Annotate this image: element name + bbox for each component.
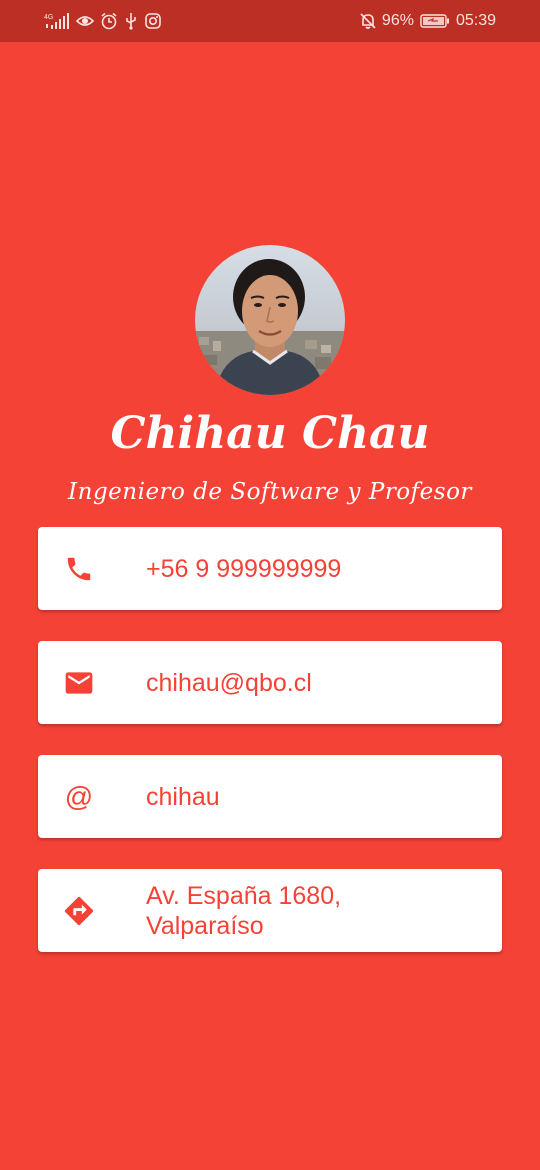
status-right-icons: 96% 05:39 bbox=[360, 10, 496, 32]
signal-icon: 4G bbox=[44, 12, 70, 30]
clock-time: 05:39 bbox=[455, 12, 496, 29]
alarm-icon bbox=[100, 12, 118, 30]
address: Av. España 1680, Valparaíso bbox=[146, 881, 482, 941]
svg-text:4G: 4G bbox=[44, 14, 53, 21]
usb-icon bbox=[124, 12, 138, 30]
avatar bbox=[195, 245, 345, 395]
email-address: chihau@qbo.cl bbox=[146, 668, 312, 697]
battery-percent: 96% bbox=[381, 12, 414, 29]
email-icon bbox=[62, 666, 96, 700]
phone-number: +56 9 999999999 bbox=[146, 554, 342, 583]
phone-icon bbox=[62, 552, 96, 586]
handle-card[interactable]: @ chihau bbox=[38, 755, 502, 838]
address-line-2: Valparaíso bbox=[146, 911, 264, 940]
directions-icon bbox=[62, 894, 96, 928]
eye-icon bbox=[76, 12, 94, 30]
status-bar: 4G 96% 05:39 bbox=[0, 0, 540, 42]
address-line-1: Av. España 1680, bbox=[146, 881, 342, 910]
bell-off-icon bbox=[360, 12, 376, 30]
profile-title: Ingeniero de Software y Profesor bbox=[68, 479, 472, 505]
address-card[interactable]: Av. España 1680, Valparaíso bbox=[38, 869, 502, 952]
email-card[interactable]: chihau@qbo.cl bbox=[38, 641, 502, 724]
instagram-icon bbox=[144, 12, 162, 30]
at-icon: @ bbox=[64, 780, 94, 812]
profile-name: Chihau Chau bbox=[110, 408, 430, 459]
battery-icon bbox=[420, 13, 450, 29]
phone-card[interactable]: +56 9 999999999 bbox=[38, 527, 502, 610]
status-left-icons: 4G bbox=[44, 11, 162, 31]
social-handle: chihau bbox=[146, 782, 220, 811]
